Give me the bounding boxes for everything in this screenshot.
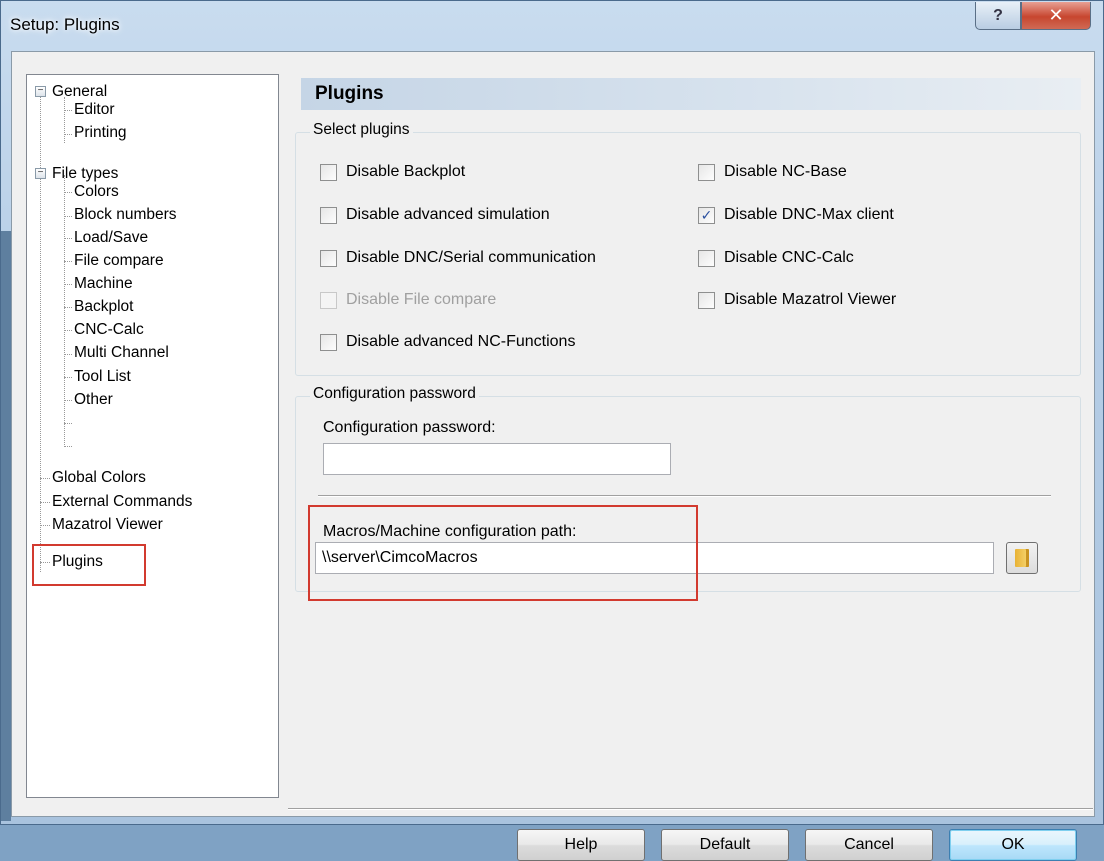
disable-dnc-serial-checkbox[interactable]: Disable DNC/Serial communication [320, 247, 596, 269]
tree-connector [64, 354, 72, 355]
tree-connector [64, 307, 72, 308]
tree-item-file-compare[interactable]: File compare [74, 250, 164, 272]
disable-file-compare-checkbox: Disable File compare [320, 289, 496, 311]
tree-item-load-save[interactable]: Load/Save [74, 227, 148, 249]
tree-connector [64, 377, 72, 378]
tree-connector [64, 284, 72, 285]
page-title: Plugins [301, 78, 1081, 110]
checkbox-box[interactable] [698, 291, 715, 309]
tree-connector [64, 400, 72, 401]
tree-connector [64, 261, 72, 262]
disable-mazatrol-viewer-checkbox[interactable]: Disable Mazatrol Viewer [698, 289, 896, 311]
checkbox-box[interactable] [320, 333, 337, 351]
checkbox-label: Disable DNC/Serial communication [346, 249, 596, 266]
help-icon[interactable]: ? [975, 2, 1021, 30]
tree-item-global-colors[interactable]: Global Colors [52, 467, 146, 489]
tree-connector [64, 216, 72, 217]
tree-connector [40, 478, 50, 479]
default-button[interactable]: Default [661, 829, 789, 861]
tree-connector [64, 446, 72, 447]
setup-dialog: Setup: Plugins ? ✕ − General Editor Prin… [0, 0, 1104, 861]
password-field[interactable] [323, 443, 671, 475]
cancel-button[interactable]: Cancel [805, 829, 933, 861]
checkbox-box[interactable] [698, 249, 715, 267]
tree-connector [64, 330, 72, 331]
help-button[interactable]: Help [517, 829, 645, 861]
collapse-icon[interactable]: − [35, 86, 46, 97]
password-label: Configuration password: [323, 419, 496, 436]
tree-item-backplot[interactable]: Backplot [74, 296, 133, 318]
checkbox-box[interactable] [320, 249, 337, 267]
checkbox-label: Disable NC-Base [724, 163, 847, 180]
checkbox-label: Disable advanced simulation [346, 206, 550, 223]
checkbox-label: Disable File compare [346, 291, 497, 308]
tree-item-block-numbers[interactable]: Block numbers [74, 204, 177, 226]
checkbox-box [320, 291, 337, 309]
tree-connector [40, 525, 50, 526]
tree-connector [64, 110, 72, 111]
tree-item-cnc-calc[interactable]: CNC-Calc [74, 319, 144, 341]
divider [318, 495, 1051, 497]
plugins-highlight [32, 544, 146, 586]
settings-tree[interactable]: − General Editor Printing − File types C… [26, 74, 279, 798]
tree-item-colors[interactable]: Colors [74, 181, 119, 203]
checkbox-box[interactable] [320, 206, 337, 224]
tree-connector [64, 97, 65, 143]
tree-item-editor[interactable]: Editor [74, 99, 115, 121]
disable-cnc-calc-checkbox[interactable]: Disable CNC-Calc [698, 247, 854, 269]
tree-connector [40, 87, 41, 572]
browse-folder-button[interactable] [1006, 542, 1038, 574]
tree-connector [64, 192, 72, 193]
disable-nc-base-checkbox[interactable]: Disable NC-Base [698, 161, 847, 183]
ok-button[interactable]: OK [949, 829, 1077, 861]
check-icon[interactable]: ✓ [698, 206, 715, 224]
tree-item-machine[interactable]: Machine [74, 273, 133, 295]
checkbox-label: Disable advanced NC-Functions [346, 333, 576, 350]
tree-connector [64, 238, 72, 239]
tree-item-other[interactable]: Other [74, 389, 113, 411]
tree-item-multi-channel[interactable]: Multi Channel [74, 342, 169, 364]
checkbox-label: Disable DNC-Max client [724, 206, 894, 223]
checkbox-label: Disable Mazatrol Viewer [724, 291, 897, 308]
bottom-divider [288, 808, 1093, 810]
tree-item-tool-list[interactable]: Tool List [74, 366, 131, 388]
tree-connector [64, 423, 72, 424]
tree-item-printing[interactable]: Printing [74, 122, 127, 144]
select-plugins-label: Select plugins [310, 121, 413, 139]
close-icon[interactable]: ✕ [1021, 2, 1091, 30]
tree-connector [64, 134, 72, 135]
disable-advanced-nc-functions-checkbox[interactable]: Disable advanced NC-Functions [320, 331, 575, 353]
disable-backplot-checkbox[interactable]: Disable Backplot [320, 161, 465, 183]
window-title: Setup: Plugins [10, 15, 120, 34]
macros-path-highlight [308, 505, 698, 601]
tree-item-mazatrol-viewer[interactable]: Mazatrol Viewer [52, 514, 163, 536]
dialog-body: − General Editor Printing − File types C… [11, 51, 1095, 861]
window-edge [1, 231, 11, 821]
disable-advanced-simulation-checkbox[interactable]: Disable advanced simulation [320, 204, 550, 226]
title-bar[interactable]: Setup: Plugins ? ✕ [1, 1, 1103, 51]
tree-item-external-commands[interactable]: External Commands [52, 491, 192, 513]
folder-icon [1015, 549, 1029, 567]
checkbox-box[interactable] [698, 163, 715, 181]
tree-connector [40, 502, 50, 503]
disable-dnc-max-client-checkbox[interactable]: ✓ Disable DNC-Max client [698, 204, 894, 226]
checkbox-label: Disable Backplot [346, 163, 466, 180]
checkbox-box[interactable] [320, 163, 337, 181]
configuration-password-group-label: Configuration password [310, 385, 479, 403]
collapse-icon[interactable]: − [35, 168, 46, 179]
checkbox-label: Disable CNC-Calc [724, 249, 854, 266]
